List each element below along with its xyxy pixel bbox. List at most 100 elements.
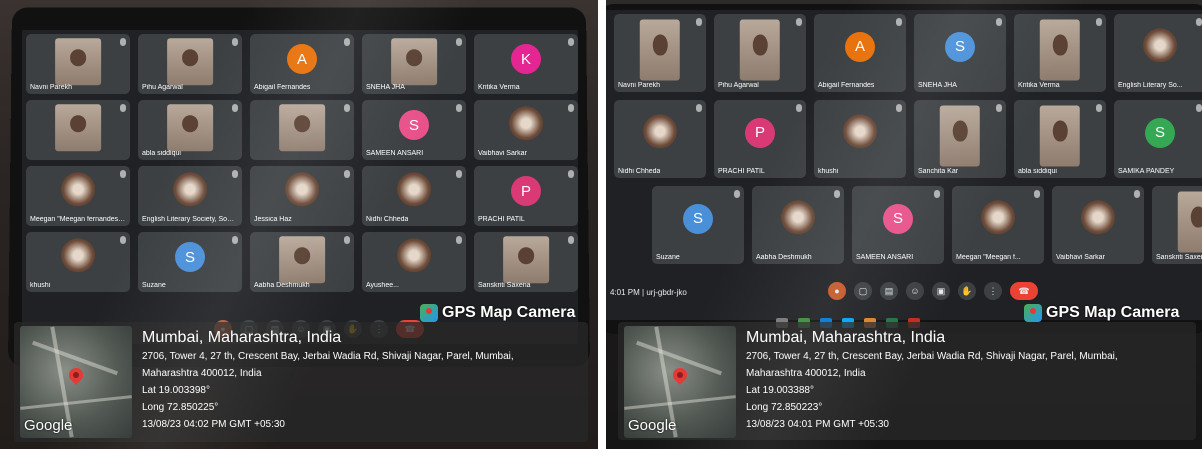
gps-city: Mumbai, Maharashtra, India [142,329,342,346]
more-options-button[interactable]: ⋮ [984,282,1002,300]
emoji-button[interactable]: ☺ [906,282,924,300]
gps-latitude: Lat 19.003388° [746,385,814,396]
mic-muted-icon [232,170,238,178]
map-thumbnail: Google [624,326,736,438]
profile-picture [397,238,431,273]
participant-tile[interactable]: SNEHA JHA [362,34,466,94]
participant-tile[interactable]: Meegan "Meegan f... [952,186,1044,264]
mic-muted-icon [232,236,238,244]
camera-feed [167,38,213,86]
profile-picture [981,200,1015,235]
participant-tile[interactable]: Pihu Agarwal [714,14,806,92]
participant-name: English Literary Society, Sophi... [142,216,238,223]
mic-muted-icon [120,38,126,46]
profile-picture [173,172,207,207]
participant-tile[interactable]: Sanskriti Saxena [1152,186,1202,264]
leave-call-button[interactable]: ☎ [1010,282,1038,300]
participant-avatar: S [683,203,713,234]
participant-tile[interactable]: Navni Parekh [26,34,130,94]
participant-name: Ayushee... [366,282,399,289]
participant-tile[interactable]: English Literary Society, Sophi... [138,166,242,226]
profile-picture [1081,200,1115,235]
participant-tile[interactable]: Pihu Agarwal [138,34,242,94]
gps-brand: GPS Map Camera [420,304,575,322]
gps-address-line-2: Maharashtra 400012, India [746,368,866,379]
captions-button[interactable]: ▤ [880,282,898,300]
participant-tile[interactable]: Ayushee... [362,232,466,292]
mic-muted-icon [896,104,902,112]
mic-muted-icon [456,104,462,112]
participant-tile[interactable]: Nidhi Chheda [362,166,466,226]
camera-feed [167,104,213,152]
participant-name: abla siddiqui [1018,168,1057,175]
gps-card: Google Mumbai, Maharashtra, India 2706, … [618,322,1196,440]
participant-name: PRACHI PATIL [478,216,525,223]
participant-name: Pihu Agarwal [718,82,759,89]
profile-picture [285,172,319,207]
participant-name: Sanskriti Saxena [1156,254,1202,261]
participant-name: Suzane [656,254,680,261]
participant-tile[interactable]: Vaibhavi Sarkar [1052,186,1144,264]
participant-tile[interactable] [26,100,130,160]
participant-tile[interactable]: Jessica Haz [250,166,354,226]
participant-avatar: S [945,31,975,62]
participant-name: khushi [30,282,51,289]
participant-tile[interactable]: S Suzane [138,232,242,292]
participant-tile[interactable]: abla siddiqui [1014,100,1106,178]
participant-tile[interactable]: A Abigail Fernandes [250,34,354,94]
mic-button[interactable]: ● [828,282,846,300]
participant-name: SNEHA JHA [366,84,405,91]
participant-tile[interactable]: A Abigail Fernandes [814,14,906,92]
participant-name: PRACHI PATIL [718,168,765,175]
mic-muted-icon [796,18,802,26]
raise-hand-button[interactable]: ✋ [958,282,976,300]
mic-muted-icon [344,170,350,178]
profile-picture [397,172,431,207]
participant-tile[interactable]: Aabha Deshmukh [752,186,844,264]
participant-tile[interactable]: S SNEHA JHA [914,14,1006,92]
participant-name: Sanskriti Saxena [478,282,531,289]
camera-button[interactable]: ▢ [854,282,872,300]
present-button[interactable]: ▣ [932,282,950,300]
participant-name: Sanchita Kar [918,168,959,175]
mic-muted-icon [696,18,702,26]
participant-tile[interactable]: Kritika Verma [1014,14,1106,92]
map-attribution: Google [628,417,677,434]
mic-muted-icon [996,104,1002,112]
participant-name: Kritika Verma [478,84,520,91]
participant-tile[interactable]: S Suzane [652,186,744,264]
participant-tile[interactable]: English Literary So... [1114,14,1202,92]
mic-muted-icon [1196,18,1202,26]
participant-tile[interactable]: Sanskriti Saxena [474,232,578,292]
camera-feed [55,38,101,86]
mic-muted-icon [120,236,126,244]
participant-tile[interactable]: K Kritika Verma [474,34,578,94]
participant-tile[interactable]: S SAMEEN ANSARI [362,100,466,160]
participant-tile[interactable]: Meegan "Meegan fernandes ... [26,166,130,226]
participant-tile[interactable]: Sanchita Kar [914,100,1006,178]
participant-tile[interactable]: Navni Parekh [614,14,706,92]
participant-name: abla siddiqui [142,150,181,157]
camera-feed [1039,105,1081,167]
participant-tile[interactable]: abla siddiqui [138,100,242,160]
participant-avatar: P [511,176,541,207]
participant-tile[interactable]: S SAMEEN ANSARI [852,186,944,264]
profile-picture [843,114,877,149]
gps-latitude: Lat 19.003398° [142,385,210,396]
mic-muted-icon [1096,18,1102,26]
participant-tile[interactable]: Nidhi Chheda [614,100,706,178]
participant-tile[interactable] [250,100,354,160]
participant-avatar: A [287,44,317,75]
gps-card: Google Mumbai, Maharashtra, India 2706, … [14,322,588,442]
gps-brand-label: GPS Map Camera [442,304,576,321]
participant-tile[interactable]: khushi [814,100,906,178]
mic-muted-icon [232,38,238,46]
participant-name: Nidhi Chheda [366,216,409,223]
participant-tile[interactable]: khushi [26,232,130,292]
participant-tile[interactable]: S SAMIKA PANDEY [1114,100,1202,178]
participant-tile[interactable]: P PRACHI PATIL [714,100,806,178]
participant-tile[interactable]: P PRACHI PATIL [474,166,578,226]
participant-tile[interactable]: Vaibhavi Sarkar [474,100,578,160]
participant-name: English Literary So... [1118,82,1183,89]
participant-tile[interactable]: Aabha Deshmukh [250,232,354,292]
